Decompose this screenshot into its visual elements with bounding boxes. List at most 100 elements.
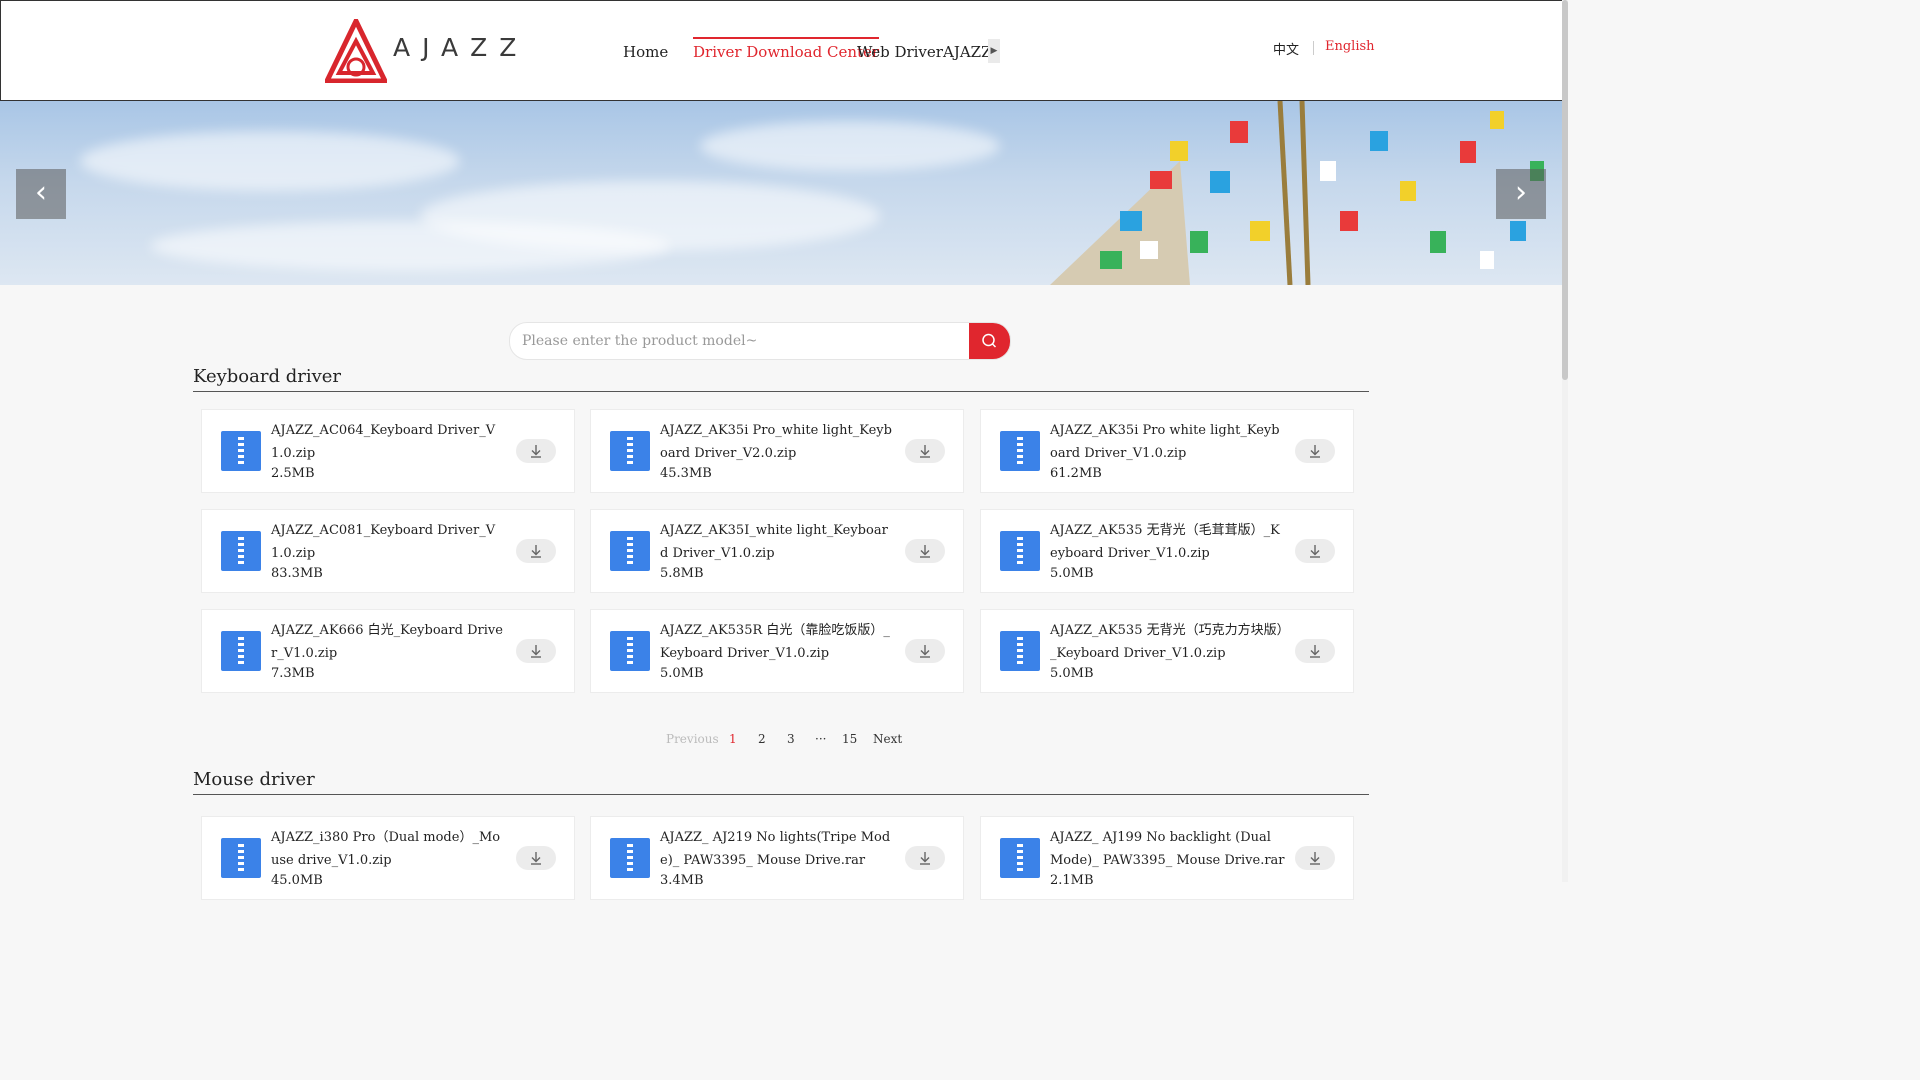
pagination-page-3[interactable]: 3 xyxy=(787,732,795,746)
prayer-flags-image xyxy=(1050,101,1544,285)
file-size: 45.3MB xyxy=(660,466,712,481)
pagination-page-15[interactable]: 15 xyxy=(842,732,857,746)
driver-file-card[interactable]: AJAZZ_AK535 无背光（巧克力方块版）_Keyboard Driver_… xyxy=(980,609,1354,693)
search-input[interactable] xyxy=(510,323,960,359)
file-info: AJAZZ_AK535R 白光（靠脸吃饭版）_Keyboard Driver_V… xyxy=(660,610,896,692)
search-button[interactable] xyxy=(969,323,1010,359)
file-info: AJAZZ_AC064_Keyboard Driver_V1.0.zip 2.5M… xyxy=(271,410,507,492)
download-button[interactable] xyxy=(905,539,945,563)
driver-file-card[interactable]: AJAZZ_AC081_Keyboard Driver_V1.0.zip 83.3… xyxy=(201,509,575,593)
file-size: 3.4MB xyxy=(660,873,704,888)
zip-file-icon xyxy=(1000,631,1040,671)
download-button[interactable] xyxy=(1295,639,1335,663)
lang-divider xyxy=(1313,41,1314,55)
file-info: AJAZZ_AK666 白光_Keyboard Driver_V1.0.zip 7… xyxy=(271,610,507,692)
hero-banner: ‹ › xyxy=(0,101,1562,285)
driver-file-card[interactable]: AJAZZ_AK535R 白光（靠脸吃饭版）_Keyboard Driver_V… xyxy=(590,609,964,693)
banner-next-button[interactable]: › xyxy=(1496,169,1546,219)
file-name[interactable]: AJAZZ_ AJ199 No backlight (Dual Mode)_ P… xyxy=(1050,826,1286,872)
pagination-previous[interactable]: Previous xyxy=(666,732,719,746)
download-button[interactable] xyxy=(905,639,945,663)
driver-file-card[interactable]: AJAZZ_i380 Pro（Dual mode）_Mouse drive_V1… xyxy=(201,816,575,900)
download-button[interactable] xyxy=(516,639,556,663)
file-name[interactable]: AJAZZ_ AJ219 No lights(Tripe Mode)_ PAW3… xyxy=(660,826,896,872)
chevron-right-icon: › xyxy=(1515,175,1527,210)
file-name[interactable]: AJAZZ_AK35i Pro_white light_Keyboard Dri… xyxy=(660,419,896,465)
section-divider xyxy=(193,391,1369,392)
driver-file-card[interactable]: AJAZZ_ AJ199 No backlight (Dual Mode)_ P… xyxy=(980,816,1354,900)
file-info: AJAZZ_i380 Pro（Dual mode）_Mouse drive_V1… xyxy=(271,817,507,899)
download-button[interactable] xyxy=(516,539,556,563)
file-name[interactable]: AJAZZ_AK666 白光_Keyboard Driver_V1.0.zip xyxy=(271,619,507,665)
zip-file-icon xyxy=(610,838,650,878)
zip-file-icon xyxy=(610,431,650,471)
download-button[interactable] xyxy=(1295,846,1335,870)
file-name[interactable]: AJAZZ_AC081_Keyboard Driver_V1.0.zip xyxy=(271,519,507,565)
site-header: AJAZZ Home Driver Download Center Web Dr… xyxy=(0,0,1564,101)
pagination-page-2[interactable]: 2 xyxy=(758,732,766,746)
file-name[interactable]: AJAZZ_AC064_Keyboard Driver_V1.0.zip xyxy=(271,419,507,465)
file-info: AJAZZ_AC081_Keyboard Driver_V1.0.zip 83.3… xyxy=(271,510,507,592)
ajazz-logo-mark xyxy=(325,19,387,83)
file-size: 2.1MB xyxy=(1050,873,1094,888)
pagination-page-1[interactable]: 1 xyxy=(729,732,737,746)
file-info: AJAZZ_AK35i Pro_white light_Keyboard Dri… xyxy=(660,410,896,492)
banner-prev-button[interactable]: ‹ xyxy=(16,169,66,219)
driver-file-card[interactable]: AJAZZ_AK35i Pro_white light_Keyboard Dri… xyxy=(590,409,964,493)
file-size: 5.0MB xyxy=(1050,666,1094,681)
zip-file-icon xyxy=(610,531,650,571)
file-info: AJAZZ_AK535 无背光（毛茸茸版）_Keyboard Driver_V1… xyxy=(1050,510,1286,592)
download-icon xyxy=(531,645,541,658)
caret-right-icon[interactable]: ▶ xyxy=(988,39,1000,63)
file-name[interactable]: AJAZZ_AK35i Pro white light_Keyboard Dri… xyxy=(1050,419,1286,465)
download-icon xyxy=(531,445,541,458)
download-button[interactable] xyxy=(905,846,945,870)
logo-text: AJAZZ xyxy=(393,33,529,62)
download-icon xyxy=(920,852,930,865)
file-name[interactable]: AJAZZ_AK535R 白光（靠脸吃饭版）_Keyboard Driver_V… xyxy=(660,619,896,665)
driver-file-card[interactable]: AJAZZ_ AJ219 No lights(Tripe Mode)_ PAW3… xyxy=(590,816,964,900)
file-size: 2.5MB xyxy=(271,466,315,481)
file-size: 7.3MB xyxy=(271,666,315,681)
file-info: AJAZZ_ AJ199 No backlight (Dual Mode)_ P… xyxy=(1050,817,1286,899)
download-icon xyxy=(1310,545,1320,558)
zip-file-icon xyxy=(221,531,261,571)
download-button[interactable] xyxy=(1295,539,1335,563)
driver-file-card[interactable]: AJAZZ_AK535 无背光（毛茸茸版）_Keyboard Driver_V1… xyxy=(980,509,1354,593)
zip-file-icon xyxy=(1000,431,1040,471)
driver-file-card[interactable]: AJAZZ_AC064_Keyboard Driver_V1.0.zip 2.5M… xyxy=(201,409,575,493)
file-name[interactable]: AJAZZ_i380 Pro（Dual mode）_Mouse drive_V1… xyxy=(271,826,507,872)
file-name[interactable]: AJAZZ_AK535 无背光（毛茸茸版）_Keyboard Driver_V1… xyxy=(1050,519,1286,565)
nav-web-driver[interactable]: Web Driver xyxy=(857,37,943,67)
driver-file-card[interactable]: AJAZZ_AK35i Pro white light_Keyboard Dri… xyxy=(980,409,1354,493)
download-button[interactable] xyxy=(516,439,556,463)
nav-home[interactable]: Home xyxy=(623,37,668,67)
driver-file-card[interactable]: AJAZZ_AK666 白光_Keyboard Driver_V1.0.zip 7… xyxy=(201,609,575,693)
pagination-ellipsis[interactable]: ··· xyxy=(815,732,826,746)
file-name[interactable]: AJAZZ_AK35I_white light_Keyboard Driver_… xyxy=(660,519,896,565)
download-button[interactable] xyxy=(905,439,945,463)
page-scrollbar-thumb[interactable] xyxy=(1562,0,1568,380)
download-button[interactable] xyxy=(1295,439,1335,463)
section-divider xyxy=(193,794,1369,795)
pagination-next[interactable]: Next xyxy=(873,732,902,746)
zip-file-icon xyxy=(221,431,261,471)
file-size: 5.8MB xyxy=(660,566,704,581)
nav-driver-download-center[interactable]: Driver Download Center xyxy=(693,37,880,69)
zip-file-icon xyxy=(610,631,650,671)
chevron-left-icon: ‹ xyxy=(35,175,47,210)
file-info: AJAZZ_AK535 无背光（巧克力方块版）_Keyboard Driver_… xyxy=(1050,610,1286,692)
ajazz-logo[interactable]: AJAZZ xyxy=(325,19,516,83)
download-icon xyxy=(1310,645,1320,658)
download-icon xyxy=(531,852,541,865)
driver-file-card[interactable]: AJAZZ_AK35I_white light_Keyboard Driver_… xyxy=(590,509,964,593)
file-info: AJAZZ_AK35I_white light_Keyboard Driver_… xyxy=(660,510,896,592)
lang-english[interactable]: English xyxy=(1325,39,1375,54)
file-name[interactable]: AJAZZ_AK535 无背光（巧克力方块版）_Keyboard Driver_… xyxy=(1050,619,1286,665)
section-title-mouse: Mouse driver xyxy=(193,769,315,790)
lang-chinese[interactable]: 中文 xyxy=(1273,39,1299,58)
file-size: 45.0MB xyxy=(271,873,323,888)
nav-ajazz[interactable]: AJAZZ xyxy=(943,37,992,67)
zip-file-icon xyxy=(1000,838,1040,878)
download-button[interactable] xyxy=(516,846,556,870)
